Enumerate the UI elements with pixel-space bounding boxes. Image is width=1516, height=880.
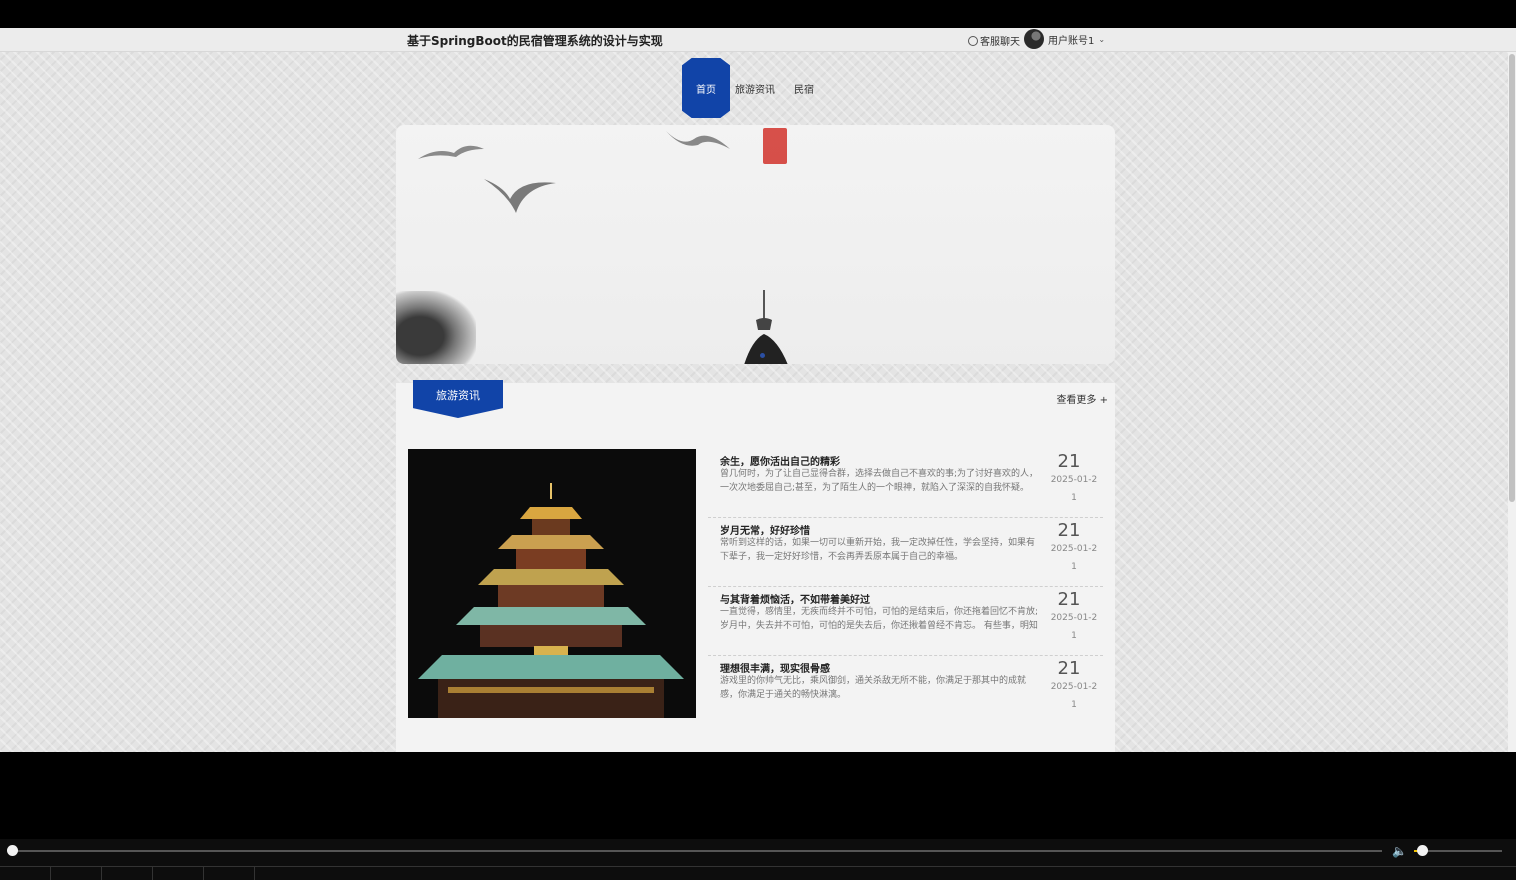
news-date: 2025-01-21	[1050, 613, 1098, 641]
player-segment[interactable]	[0, 867, 51, 880]
browser-viewport: 基于SpringBoot的民宿管理系统的设计与实现 客服聊天 用户账号1 ⌄ 首…	[0, 28, 1516, 752]
news-summary: 曾几何时，为了让自己显得合群，选择去做自己不喜欢的事;为了讨好喜欢的人，一次次地…	[720, 469, 1039, 493]
news-summary: 一直觉得，感情里，无疾而终并不可怕，可怕的是结束后，你还拖着回忆不肯放;岁月中，…	[720, 607, 1039, 631]
news-day: 21	[1057, 451, 1081, 472]
news-day: 21	[1057, 520, 1081, 541]
news-item[interactable]: 余生，愿你活出自己的精彩 曾几何时，为了让自己显得合群，选择去做自己不喜欢的事;…	[708, 449, 1103, 518]
player-segment[interactable]	[153, 867, 204, 880]
volume-handle[interactable]	[1417, 845, 1428, 856]
player-segment[interactable]	[204, 867, 255, 880]
main-nav: 首页 旅游资讯 民宿	[0, 58, 1516, 120]
news-summary: 游戏里的你帅气无比，乘风御剑，通关杀敌无所不能，你满足于那其中的成就感，你满足于…	[720, 676, 1027, 700]
news-title: 理想很丰满，现实很骨感	[720, 664, 830, 675]
site-title: 基于SpringBoot的民宿管理系统的设计与实现	[407, 34, 663, 48]
video-player-controls: 🔈	[0, 839, 1516, 880]
news-title: 岁月无常，好好珍惜	[720, 526, 810, 537]
page-scrollbar[interactable]	[1508, 52, 1516, 752]
nav-item-home[interactable]: 首页	[682, 58, 730, 118]
banner-carousel[interactable]	[396, 125, 1115, 364]
pagoda-night-photo	[408, 449, 696, 718]
scrollbar-thumb[interactable]	[1509, 54, 1515, 502]
section-tab: 旅游资讯	[413, 380, 503, 418]
ink-rock-illustration	[396, 291, 476, 364]
news-date: 2025-01-21	[1050, 682, 1098, 710]
news-date: 2025-01-21	[1050, 544, 1098, 572]
service-chat-label: 客服聊天	[980, 37, 1020, 48]
carousel-indicator[interactable]	[760, 353, 765, 358]
news-item[interactable]: 理想很丰满，现实很骨感 游戏里的你帅气无比，乘风御剑，通关杀敌无所不能，你满足于…	[708, 656, 1103, 725]
nav-item-travel-news[interactable]: 旅游资讯	[732, 58, 778, 118]
headset-icon	[968, 35, 978, 46]
bird-illustration	[666, 131, 730, 149]
section-title: 旅游资讯	[436, 389, 480, 402]
news-title: 与其背着烦恼活，不如带着美好过	[720, 595, 870, 606]
news-day: 21	[1057, 589, 1081, 610]
top-bar: 基于SpringBoot的民宿管理系统的设计与实现 客服聊天 用户账号1 ⌄	[0, 28, 1516, 52]
seek-handle[interactable]	[7, 845, 18, 856]
news-summary: 常听到这样的话，如果一切可以重新开始，我一定改掉任性，学会坚持，如果有下辈子，我…	[720, 538, 1036, 562]
news-item[interactable]: 与其背着烦恼活，不如带着美好过 一直觉得，感情里，无疾而终并不可怕，可怕的是结束…	[708, 587, 1103, 656]
bird-illustration	[418, 145, 484, 159]
service-chat-link[interactable]: 客服聊天	[968, 33, 1020, 48]
user-account-label: 用户账号1	[1048, 35, 1095, 47]
player-segment[interactable]	[51, 867, 102, 880]
news-title: 余生，愿你活出自己的精彩	[720, 457, 840, 468]
seek-bar[interactable]	[12, 850, 1382, 852]
bird-illustration	[484, 179, 556, 213]
travel-news-section: 旅游资讯 查看更多 + 余生，愿你活出自己的精彩 曾几何时，为了让自己显得合群，…	[396, 380, 1115, 752]
avatar	[1024, 29, 1044, 49]
nav-item-homestay[interactable]: 民宿	[790, 58, 818, 118]
speaker-icon[interactable]: 🔈	[1392, 844, 1408, 858]
news-item[interactable]: 岁月无常，好好珍惜 常听到这样的话，如果一切可以重新开始，我一定改掉任性，学会坚…	[708, 518, 1103, 587]
red-seal-stamp	[763, 128, 787, 164]
screen: 基于SpringBoot的民宿管理系统的设计与实现 客服聊天 用户账号1 ⌄ 首…	[0, 0, 1516, 880]
player-button-row	[0, 866, 1516, 880]
user-menu[interactable]: 用户账号1 ⌄	[1024, 29, 1105, 49]
news-date: 2025-01-21	[1050, 475, 1098, 503]
player-segment[interactable]	[102, 867, 153, 880]
see-more-link[interactable]: 查看更多 +	[1056, 391, 1108, 406]
pagoda-silhouette	[744, 290, 788, 364]
news-day: 21	[1057, 658, 1081, 679]
chevron-down-icon: ⌄	[1098, 34, 1106, 44]
featured-news-image[interactable]	[408, 449, 696, 718]
